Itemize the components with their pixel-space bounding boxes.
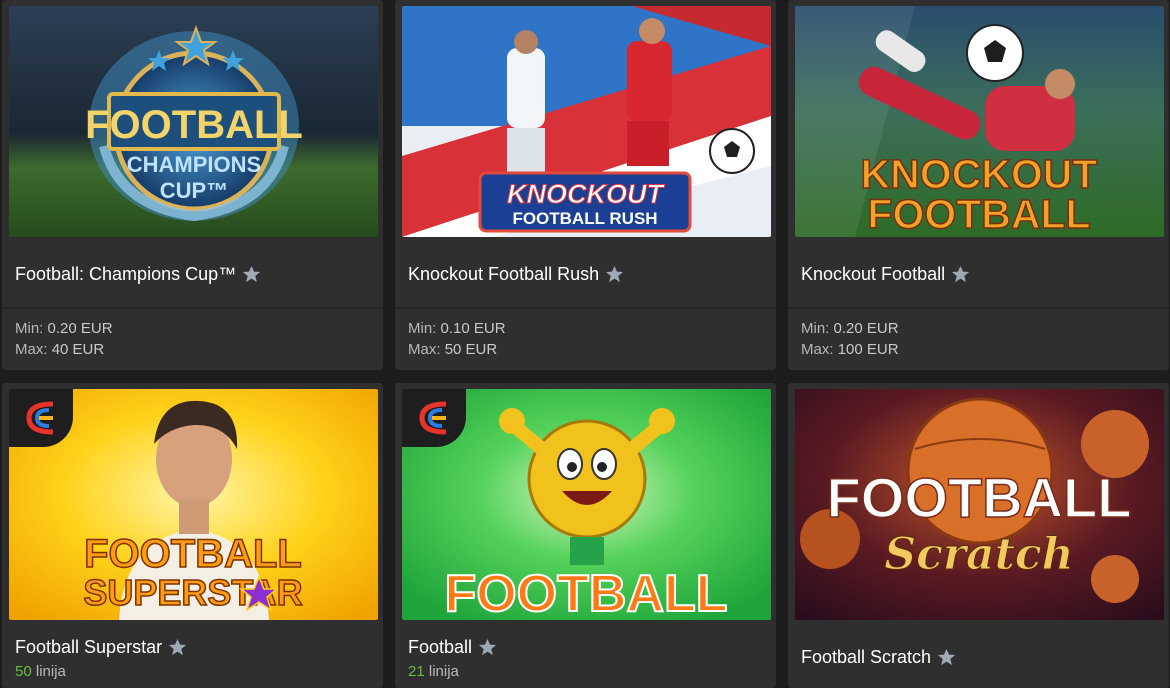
divider (2, 307, 383, 309)
game-thumbnail[interactable]: FOOTBALL CHAMPIONS CUP™ (9, 6, 378, 237)
thumb-text: FOOTBALL (444, 565, 727, 620)
game-title-row[interactable]: Football Superstar (15, 637, 187, 658)
favorite-star-icon[interactable] (951, 265, 970, 284)
max-label: Max: (801, 341, 834, 358)
favorite-star-icon[interactable] (242, 265, 261, 284)
bet-limits: Min: 0.20 EUR Max: 100 EUR (801, 318, 899, 360)
provider-badge (9, 389, 73, 447)
game-card[interactable]: FOOTBALL SUPERSTAR Football Superstar 50… (2, 383, 383, 688)
min-value: 0.20 EUR (833, 320, 899, 337)
game-title-row[interactable]: Football Scratch (801, 647, 956, 668)
bet-limits: Min: 0.20 EUR Max: 40 EUR (15, 318, 113, 360)
game-title[interactable]: Football Scratch (801, 647, 931, 668)
paylines-info: 50 linija (15, 663, 66, 680)
provider-logo-icon (419, 401, 447, 435)
game-thumbnail[interactable]: KNOCKOUT FOOTBALL (795, 6, 1164, 237)
game-thumbnail[interactable]: KNOCKOUT FOOTBALL RUSH (402, 6, 771, 237)
paylines-count: 21 (408, 663, 425, 680)
divider (395, 307, 776, 309)
favorite-star-icon[interactable] (605, 265, 624, 284)
thumb-text: KNOCKOUT (507, 179, 665, 209)
game-title[interactable]: Football Superstar (15, 637, 162, 658)
max-label: Max: (408, 341, 441, 358)
game-card[interactable]: KNOCKOUT FOOTBALL Knockout Football Min:… (788, 0, 1169, 370)
thumb-text: CHAMPIONS (127, 152, 261, 177)
game-card[interactable]: FOOTBALL CHAMPIONS CUP™ Football: Champi… (2, 0, 383, 370)
thumb-text: FOOTBALL (84, 532, 302, 576)
min-label: Min: (15, 320, 44, 337)
bet-limits: Min: 0.10 EUR Max: 50 EUR (408, 318, 506, 360)
provider-badge (402, 389, 466, 447)
divider (788, 307, 1169, 309)
game-title[interactable]: Knockout Football (801, 264, 945, 285)
game-card[interactable]: FOOTBALL Scratch Football Scratch (788, 383, 1169, 688)
favorite-star-icon[interactable] (478, 638, 497, 657)
min-label: Min: (408, 320, 437, 337)
favorite-star-icon[interactable] (168, 638, 187, 657)
game-title-row[interactable]: Knockout Football (801, 264, 970, 285)
game-title[interactable]: Football: Champions Cup™ (15, 264, 236, 285)
thumb-text: FOOTBALL RUSH (512, 209, 657, 228)
paylines-label: linija (35, 663, 66, 680)
favorite-star-icon[interactable] (937, 648, 956, 667)
game-card[interactable]: KNOCKOUT FOOTBALL RUSH Knockout Football… (395, 0, 776, 370)
provider-logo-icon (26, 401, 54, 435)
thumb-text: Scratch (884, 529, 1073, 580)
max-value: 40 EUR (51, 341, 105, 358)
game-title-row[interactable]: Football: Champions Cup™ (15, 264, 261, 285)
thumb-text: FOOTBALL (85, 103, 303, 147)
thumb-text: FOOTBALL (867, 191, 1090, 237)
thumb-text: FOOTBALL (827, 466, 1132, 529)
max-value: 100 EUR (837, 341, 899, 358)
game-title-row[interactable]: Knockout Football Rush (408, 264, 624, 285)
paylines-info: 21 linija (408, 663, 459, 680)
paylines-count: 50 (15, 663, 32, 680)
paylines-label: linija (428, 663, 459, 680)
min-value: 0.20 EUR (47, 320, 113, 337)
game-title[interactable]: Knockout Football Rush (408, 264, 599, 285)
game-card[interactable]: FOOTBALL Football 21 linija (395, 383, 776, 688)
game-title[interactable]: Football (408, 637, 472, 658)
max-label: Max: (15, 341, 48, 358)
min-label: Min: (801, 320, 830, 337)
thumb-text: CUP™ (160, 178, 228, 203)
max-value: 50 EUR (444, 341, 498, 358)
game-thumbnail[interactable]: FOOTBALL Scratch (795, 389, 1164, 620)
min-value: 0.10 EUR (440, 320, 506, 337)
game-title-row[interactable]: Football (408, 637, 497, 658)
